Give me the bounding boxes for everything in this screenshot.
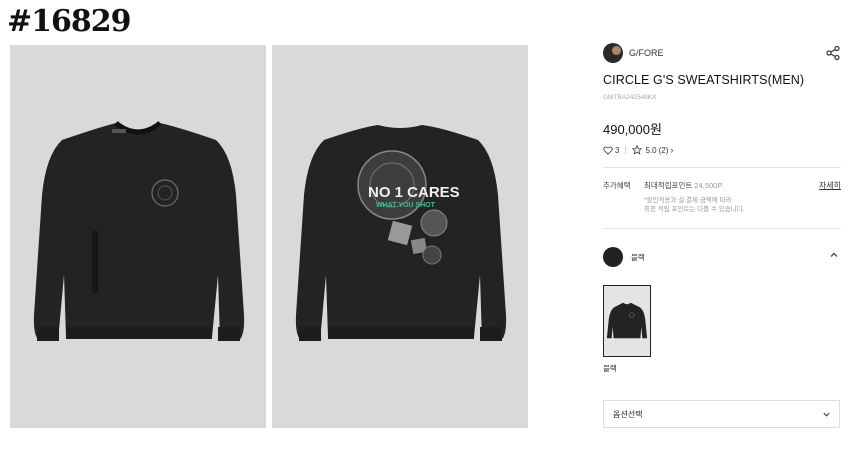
product-title: CIRCLE G'S SWEATSHIRTS(MEN) [603,73,805,87]
product-price: 490,000원 [603,122,662,137]
sweatshirt-back-image: NO 1 CARES WHAT YOU SHOT [295,125,507,341]
like-count: 3 [615,145,620,155]
benefit-section: 추가혜택 최대적립포인트 24,500P 자세히 *할인적용과 실 결제 금액에… [603,180,841,214]
brand-logo[interactable] [603,43,623,63]
product-code: GMTBA242548KX [603,94,657,101]
brand-name[interactable]: G/FORE [629,48,664,58]
divider [603,167,841,168]
thumbnail-color-label: 블랙 [603,364,617,373]
watermark-id: #16829 [7,4,132,39]
color-selector[interactable]: 블랙 [603,247,841,267]
option-select-dropdown[interactable]: 옵션선택 [603,400,840,428]
back-print-subtitle: WHAT YOU SHOT [376,202,436,209]
heart-icon[interactable] [603,146,613,155]
color-thumbnail[interactable] [603,285,651,357]
divider [603,228,841,229]
chevron-down-icon [823,412,830,417]
share-icon[interactable] [825,45,841,61]
rating-value: 5.0 [645,145,657,155]
star-icon [632,145,643,155]
benefit-label: 추가혜택 [603,181,631,190]
thumbnail-sweatshirt-image [606,302,648,339]
option-select-label: 옵션선택 [613,409,643,419]
review-chevron-icon[interactable]: › [670,145,673,155]
max-points-label: 최대적립포인트 [644,181,693,190]
color-swatch[interactable] [603,247,623,267]
product-image-back[interactable]: NO 1 CARES WHAT YOU SHOT [272,45,528,428]
product-image-front[interactable] [10,45,266,428]
selected-color-label: 블랙 [631,252,645,262]
product-info-panel: G/FORE CIRCLE G'S SWEATSHIRTS(MEN) GMTBA… [603,42,841,428]
benefit-note-line2: 최종 적립 포인트는 다를 수 있습니다. [644,206,745,213]
benefit-detail-link[interactable]: 자세히 [819,180,841,191]
sweatshirt-front-image [33,121,245,341]
review-count[interactable]: (2) [659,146,669,155]
rating-divider [625,146,627,154]
back-print-title: NO 1 CARES [368,184,460,201]
benefit-note-line1: *할인적용과 실 결제 금액에 따라 [644,197,732,204]
chevron-up-icon[interactable] [829,250,839,260]
brand-row: G/FORE [603,42,841,64]
rating-row: 3 5.0 (2) › [603,145,841,155]
max-points-value: 24,500P [694,181,723,190]
